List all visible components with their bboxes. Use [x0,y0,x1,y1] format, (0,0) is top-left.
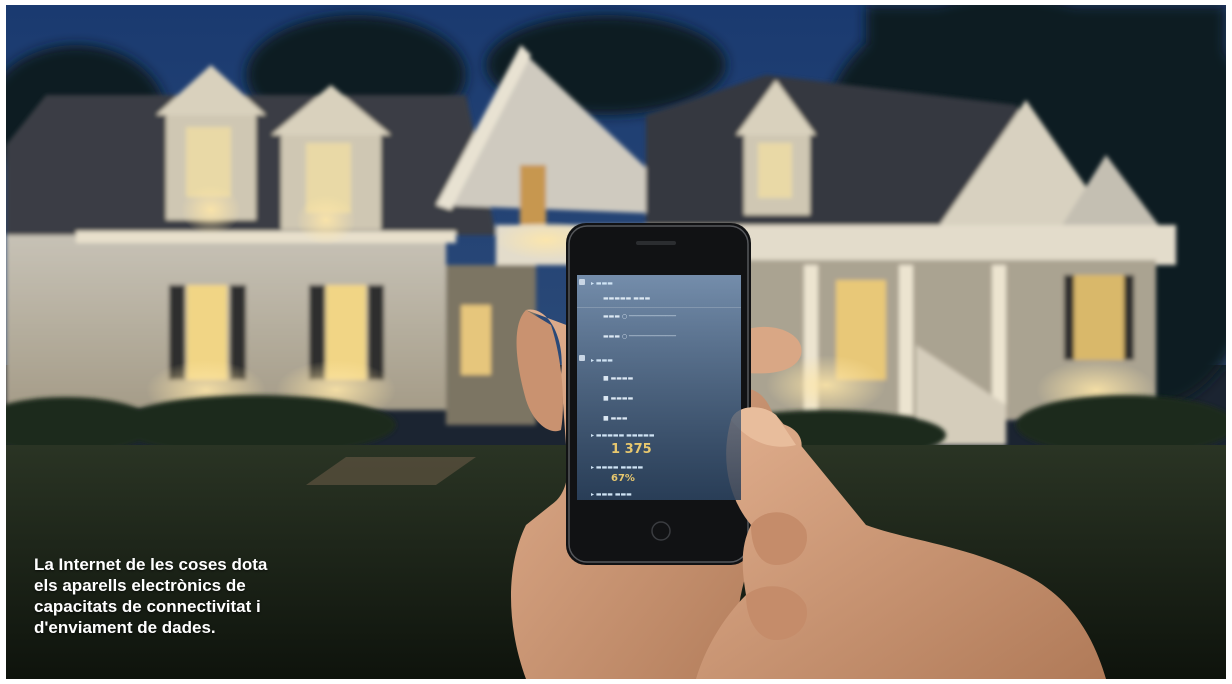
photo-frame: ▸ ▬▬▬ ▬▬▬▬▬ ▬▬▬ ▬▬▬ ○ ───────────── ▬▬▬ … [6,5,1226,679]
home-icon [579,279,585,285]
screen-section-header: ▸ ▬▬▬ ▬▬▬ [591,491,632,498]
caption-line: capacitats de connectivitat i [34,597,261,616]
screen-slider[interactable]: ▬▬▬ ○ ───────────── [603,313,741,320]
screen-section-header: ▸ ▬▬▬▬▬ ▬▬▬▬▬ [591,432,655,439]
phone-screen: ▸ ▬▬▬ ▬▬▬▬▬ ▬▬▬ ▬▬▬ ○ ───────────── ▬▬▬ … [577,275,741,500]
screen-item[interactable]: ▬▬▬▬▬ ▬▬▬ [603,295,741,302]
lock-icon [579,355,585,361]
screen-list-item[interactable]: ■ ▬▬▬▬ [603,395,741,402]
screen-reading-secondary: 67% [611,473,635,484]
screen-list-item[interactable]: ■ ▬▬▬▬ [603,375,741,382]
screen-section-header: ▸ ▬▬▬▬ ▬▬▬▬ [591,464,644,471]
caption-line: La Internet de les coses dota [34,555,268,574]
screen-list-item[interactable]: ■ ▬▬▬ [603,415,741,422]
screen-reading-primary: 1 375 [611,442,652,457]
caption-line: d'enviament de dades. [34,618,216,637]
screen-divider [577,307,741,308]
screen-section-header: ▸ ▬▬▬ [591,280,613,287]
screen-slider[interactable]: ▬▬▬ ○ ───────────── [603,333,741,340]
caption-line: els aparells electrònics de [34,576,246,595]
photo-caption: La Internet de les coses dota els aparel… [34,554,334,638]
screen-section-header: ▸ ▬▬▬ [591,357,613,364]
